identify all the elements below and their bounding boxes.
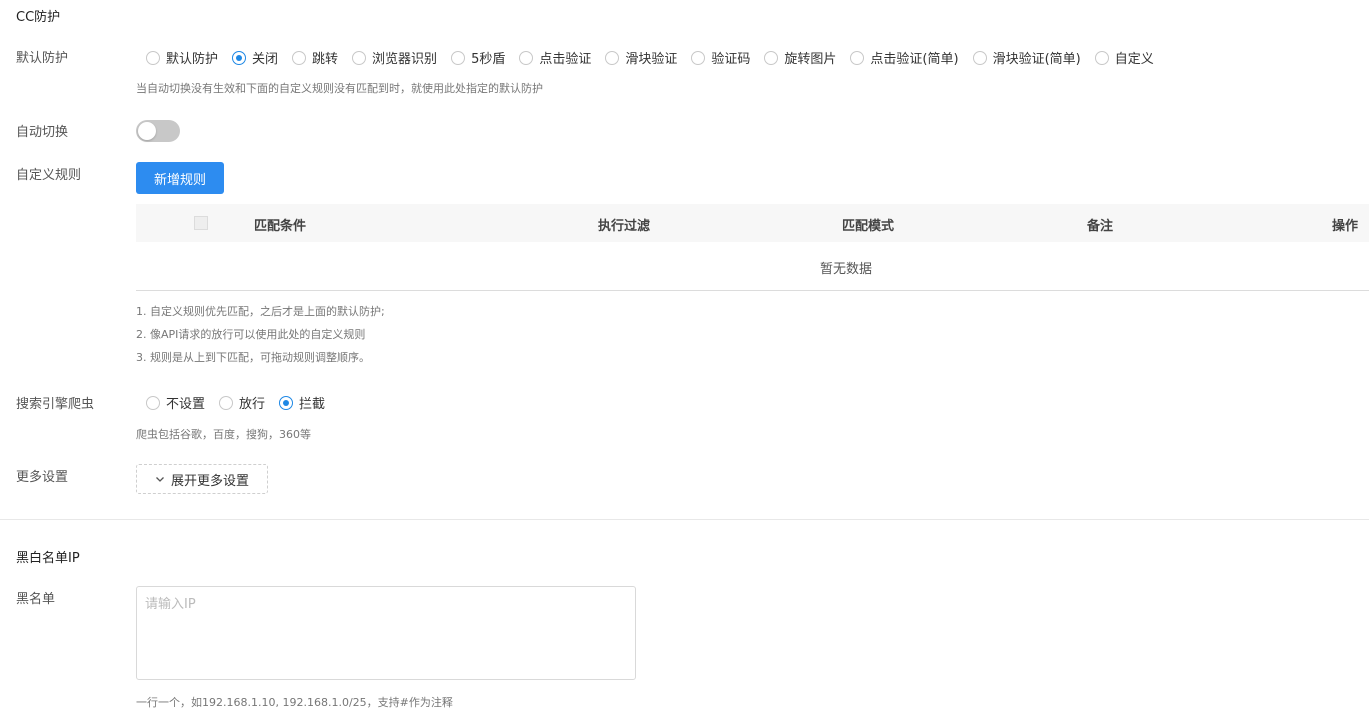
default-protection-option[interactable]: 点击验证(简单) [850, 48, 959, 67]
radio-button[interactable] [352, 50, 367, 65]
search-engine-option-label: 不设置 [166, 397, 206, 412]
radio-button[interactable] [146, 50, 160, 65]
default-protection-option-label: 旋转图片 [784, 52, 837, 67]
custom-rules-label: 自定义规则 [16, 168, 82, 183]
radio-button[interactable] [972, 50, 987, 65]
auto-switch-label: 自动切换 [16, 125, 69, 140]
radio-button[interactable] [1094, 50, 1109, 65]
custom-rules-note-2: 2. 像API请求的放行可以使用此处的自定义规则 [136, 328, 366, 341]
blacklist-label: 黑名单 [16, 592, 56, 607]
column-header-execute-filter: 执行过滤 [598, 219, 651, 234]
section-title-cc: CC防护 [16, 10, 61, 25]
default-protection-option[interactable]: 滑块验证(简单) [972, 48, 1081, 67]
section-title-ip-list: 黑白名单IP [16, 551, 80, 566]
search-engine-option-label: 拦截 [299, 397, 326, 412]
radio-button[interactable] [292, 50, 307, 65]
radio-button[interactable] [219, 395, 234, 410]
default-protection-option[interactable]: 默认防护 [146, 48, 218, 67]
default-protection-option[interactable]: 验证码 [691, 48, 750, 67]
custom-rules-note-1: 1. 自定义规则优先匹配，之后才是上面的默认防护; [136, 305, 385, 318]
default-protection-option-label: 验证码 [711, 52, 751, 67]
expand-more-settings-label: 展开更多设置 [170, 473, 249, 489]
column-header-match-mode: 匹配模式 [842, 219, 895, 234]
column-header-match-condition: 匹配条件 [254, 219, 307, 234]
default-protection-option-label: 滑块验证 [625, 52, 678, 67]
default-protection-option-label: 点击验证(简单) [870, 52, 959, 67]
default-protection-option-label: 默认防护 [166, 52, 219, 67]
radio-button[interactable] [146, 395, 160, 410]
radio-button[interactable] [279, 395, 294, 410]
default-protection-option[interactable]: 自定义 [1094, 48, 1154, 67]
expand-more-settings-button[interactable]: 展开更多设置 [136, 464, 268, 494]
default-protection-option[interactable]: 浏览器识别 [352, 48, 437, 67]
search-engine-option[interactable]: 不设置 [146, 393, 205, 412]
default-protection-option-label: 点击验证 [539, 52, 592, 67]
auto-switch-toggle[interactable] [136, 120, 180, 142]
radio-button[interactable] [232, 50, 247, 65]
empty-table-text: 暂无数据 [820, 262, 873, 277]
default-protection-option-label: 自定义 [1114, 52, 1154, 67]
default-protection-option[interactable]: 跳转 [292, 48, 338, 67]
default-protection-option[interactable]: 旋转图片 [764, 48, 836, 67]
add-rule-button[interactable]: 新增规则 [136, 162, 224, 194]
chevron-down-icon [155, 474, 165, 484]
search-engine-option-label: 放行 [239, 397, 266, 412]
default-protection-hint: 当自动切换没有生效和下面的自定义规则没有匹配到时，就使用此处指定的默认防护 [136, 82, 543, 95]
rules-table-header: 匹配条件 执行过滤 匹配模式 备注 操作 [136, 204, 1369, 242]
radio-button[interactable] [605, 50, 620, 65]
radio-button[interactable] [850, 50, 865, 65]
blacklist-textarea[interactable] [136, 586, 636, 680]
section-divider [0, 519, 1369, 520]
default-protection-option-label: 跳转 [312, 52, 339, 67]
default-protection-option-label: 滑块验证(简单) [992, 52, 1081, 67]
default-protection-option-label: 浏览器识别 [372, 52, 438, 67]
toggle-knob [138, 122, 156, 140]
column-header-remark: 备注 [1087, 219, 1114, 234]
table-bottom-border [136, 290, 1369, 291]
default-protection-option[interactable]: 5秒盾 [451, 48, 505, 67]
radio-button[interactable] [691, 50, 706, 65]
select-all-checkbox[interactable] [194, 216, 208, 230]
default-protection-option[interactable]: 点击验证 [519, 48, 591, 67]
blacklist-hint: 一行一个，如192.168.1.10, 192.168.1.0/25，支持#作为… [136, 696, 453, 709]
default-protection-option-label: 关闭 [252, 52, 279, 67]
radio-button[interactable] [451, 50, 466, 65]
column-header-actions: 操作 [1332, 219, 1359, 234]
default-protection-option-label: 5秒盾 [471, 52, 506, 67]
default-protection-option[interactable]: 滑块验证 [605, 48, 677, 67]
custom-rules-note-3: 3. 规则是从上到下匹配，可拖动规则调整顺序。 [136, 351, 370, 364]
more-settings-label: 更多设置 [16, 470, 69, 485]
search-engine-label: 搜索引擎爬虫 [16, 397, 95, 412]
search-engine-hint: 爬虫包括谷歌，百度，搜狗，360等 [136, 428, 311, 441]
default-protection-radio-group: 默认防护 关闭 跳转 浏览器识别 5秒盾 点击验证 滑块验证 验证码 旋转图片 点击验证(简单) 滑… [146, 48, 1168, 67]
radio-button[interactable] [519, 50, 534, 65]
default-protection-option[interactable]: 关闭 [232, 48, 278, 67]
search-engine-radio-group: 不设置 放行 拦截 [146, 393, 339, 412]
radio-button[interactable] [764, 50, 779, 65]
search-engine-option[interactable]: 拦截 [279, 393, 325, 412]
search-engine-option[interactable]: 放行 [219, 393, 265, 412]
default-protection-label: 默认防护 [16, 51, 69, 66]
